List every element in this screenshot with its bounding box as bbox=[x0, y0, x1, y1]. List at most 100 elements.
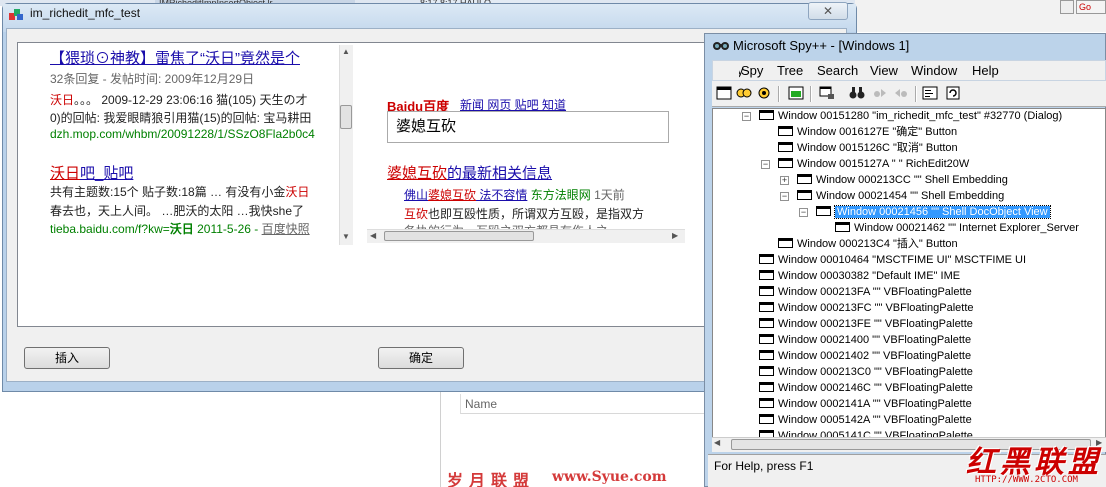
scroll-up-arrow-icon[interactable]: ▲ bbox=[339, 45, 353, 59]
embedded-browser-1[interactable]: 【猥琐⊙神教】雷焦了“沃日”竟然是个 32条回复 - 发帖时间: 2009年12… bbox=[27, 45, 353, 245]
tree-item[interactable]: − Window 0015127A " " RichEdit20W bbox=[761, 156, 970, 172]
menu-spy-text[interactable]: Spy bbox=[741, 63, 763, 78]
window-node-icon bbox=[759, 398, 774, 408]
window-node-icon bbox=[759, 414, 774, 424]
tree-item[interactable]: Window 0005142A "" VBFloatingPalette bbox=[759, 412, 972, 428]
tree-item[interactable]: Window 00021402 "" VBFloatingPalette bbox=[759, 348, 971, 364]
window-node-icon bbox=[816, 206, 831, 216]
tree-item-label: Window 000213FC "" VBFloatingPalette bbox=[778, 302, 974, 314]
ok-button[interactable]: 确定 bbox=[378, 347, 464, 369]
window-node-icon bbox=[835, 222, 850, 232]
tree-item[interactable]: Window 000213FC "" VBFloatingPalette bbox=[759, 300, 974, 316]
tree-item[interactable]: Window 0002146C "" VBFloatingPalette bbox=[759, 380, 973, 396]
find-prev-icon[interactable] bbox=[893, 85, 911, 101]
tree-item[interactable]: Window 0015126C "取消" Button bbox=[778, 140, 958, 156]
news-item[interactable]: 佛山婆媳互砍 法不容情 东方法眼网 1天前 bbox=[404, 186, 625, 203]
tree-item-label: Window 000213FA "" VBFloatingPalette bbox=[778, 286, 972, 298]
window-node-icon bbox=[797, 174, 812, 184]
tree-item-label: Window 00021456 "" Shell DocObject View bbox=[834, 205, 1051, 219]
tree-item[interactable]: Window 00010464 "MSCTFIME UI" MSCTFIME U… bbox=[759, 252, 1026, 268]
properties-icon[interactable] bbox=[921, 85, 939, 101]
processes-icon[interactable] bbox=[735, 85, 753, 101]
tree-item[interactable]: Window 0016127E "确定" Button bbox=[778, 124, 957, 140]
window-node-icon bbox=[759, 286, 774, 296]
tree-item[interactable]: + Window 000213CC "" Shell Embedding bbox=[780, 172, 1008, 188]
collapse-icon[interactable]: − bbox=[761, 160, 770, 169]
result-2-snippet-2: 春去也，天上人间。 …肥沃的太阳 …我快she了 bbox=[50, 204, 305, 218]
spy-title: Microsoft Spy++ - [Windows 1] bbox=[733, 38, 910, 53]
log-messages-icon[interactable] bbox=[787, 85, 805, 101]
scroll-down-arrow-icon[interactable]: ▼ bbox=[339, 230, 353, 244]
collapse-icon[interactable]: − bbox=[799, 208, 808, 217]
tree-item[interactable]: − Window 00151280 "im_richedit_mfc_test" … bbox=[742, 109, 1062, 124]
tree-item-label: Window 0002146C "" VBFloatingPalette bbox=[778, 382, 973, 394]
insert-button[interactable]: 插入 bbox=[24, 347, 110, 369]
spy-menu-bar bbox=[712, 60, 1106, 81]
tree-item-label: Window 0015127A " " RichEdit20W bbox=[797, 158, 970, 170]
tree-item[interactable]: Window 00030382 "Default IME" IME bbox=[759, 268, 960, 284]
tree-item[interactable]: Window 000213C0 "" VBFloatingPalette bbox=[759, 364, 973, 380]
binoculars-icon[interactable] bbox=[848, 85, 866, 101]
menu-tree[interactable]: Tree bbox=[777, 63, 803, 78]
result-1-title[interactable]: 【猥琐⊙神教】雷焦了“沃日”竟然是个 bbox=[50, 47, 300, 68]
scroll-right-arrow-icon[interactable]: ▶ bbox=[672, 229, 678, 243]
search-input[interactable]: 婆媳互砍 bbox=[387, 111, 669, 143]
collapse-icon[interactable]: − bbox=[742, 112, 751, 121]
window-node-icon bbox=[759, 334, 774, 344]
tree-item[interactable]: Window 00021462 "" Internet Explorer_Ser… bbox=[835, 220, 1079, 236]
toolbar-separator bbox=[778, 86, 780, 102]
toolbar-separator-2 bbox=[810, 86, 812, 102]
find-window-icon[interactable] bbox=[818, 85, 836, 101]
toolbar-separator-3 bbox=[915, 86, 917, 102]
collapse-icon[interactable]: − bbox=[780, 192, 789, 201]
status-text: For Help, press F1 bbox=[714, 459, 814, 473]
window-icon[interactable] bbox=[715, 85, 733, 101]
result-2-url: tieba.baidu.com/f?kw=沃日 2011-5-26 - 百度快照 bbox=[50, 222, 310, 236]
news-headline[interactable]: 婆媳互砍的最新相关信息 bbox=[387, 162, 552, 183]
window-node-icon bbox=[759, 350, 774, 360]
tree-item[interactable]: − Window 00021456 "" Shell DocObject View bbox=[799, 204, 1051, 220]
scrollbar-thumb[interactable] bbox=[340, 105, 352, 129]
tree-item-label: Window 0016127E "确定" Button bbox=[797, 126, 958, 138]
expand-icon[interactable]: + bbox=[780, 176, 789, 185]
tree-item-label: Window 00030382 "Default IME" IME bbox=[778, 270, 961, 282]
threads-icon[interactable] bbox=[755, 85, 773, 101]
menu-search[interactable]: Search bbox=[817, 63, 858, 78]
scroll-left-arrow-icon[interactable]: ◀ bbox=[370, 229, 376, 243]
result-1-snippet-2: 0)的回帖: 我爱眼睛狼引用猫(15)的回帖: 宝马耕田 bbox=[50, 111, 312, 125]
window-node-icon bbox=[778, 238, 793, 248]
tree-item[interactable]: Window 000213FE "" VBFloatingPalette bbox=[759, 316, 973, 332]
tree-item[interactable]: Window 00021400 "" VBFloatingPalette bbox=[759, 332, 971, 348]
tree-item[interactable]: Window 000213C4 "插入" Button bbox=[778, 236, 958, 252]
background-go-button[interactable]: Go bbox=[1076, 0, 1106, 14]
tree-item-label: Window 00010464 "MSCTFIME UI" MSCTFIME U… bbox=[778, 254, 1027, 266]
tree-scroll-left-icon[interactable]: ◀ bbox=[714, 438, 720, 447]
tree-item[interactable]: Window 0002141A "" VBFloatingPalette bbox=[759, 396, 972, 412]
horizontal-scrollbar-thumb[interactable] bbox=[384, 231, 534, 241]
window-node-icon bbox=[778, 126, 793, 136]
tree-item[interactable]: − Window 00021454 "" Shell Embedding bbox=[780, 188, 1004, 204]
background-list-header-name[interactable]: Name bbox=[460, 394, 710, 414]
tree-item[interactable]: Window 000213FA "" VBFloatingPalette bbox=[759, 284, 972, 300]
menu-window[interactable]: Window bbox=[911, 63, 957, 78]
watermark-left-text: 岁月联盟 bbox=[447, 471, 536, 487]
close-button[interactable]: ✕ bbox=[808, 2, 848, 20]
refresh-icon[interactable] bbox=[944, 85, 962, 101]
menu-help[interactable]: Help bbox=[972, 63, 999, 78]
window-node-icon bbox=[778, 142, 793, 152]
tree-item-label: Window 000213C0 "" VBFloatingPalette bbox=[778, 366, 973, 378]
tree-item-label: Window 00021462 "" Internet Explorer_Ser… bbox=[854, 222, 1079, 234]
tree-item-label: Window 0005142A "" VBFloatingPalette bbox=[778, 414, 972, 426]
menu-view[interactable]: View bbox=[870, 63, 898, 78]
cache-link[interactable]: 百度快照 bbox=[262, 222, 310, 236]
result-1-snippet: 沃日。。。 2009-12-29 23:06:16 猫(105) 天生の才 bbox=[50, 93, 308, 107]
background-scroll-button[interactable] bbox=[1060, 0, 1074, 14]
result-2-title[interactable]: 沃日吧_贴吧 bbox=[50, 162, 133, 183]
tree-item-label: Window 00021400 "" VBFloatingPalette bbox=[778, 334, 972, 346]
window-tree[interactable]: − Window 00151280 "im_richedit_mfc_test" … bbox=[712, 108, 1106, 450]
find-next-icon[interactable] bbox=[870, 85, 888, 101]
tree-item-label: Window 000213C4 "插入" Button bbox=[797, 238, 958, 250]
vertical-scrollbar[interactable] bbox=[339, 45, 353, 245]
window-node-icon bbox=[759, 302, 774, 312]
menu-spacer bbox=[713, 61, 739, 80]
